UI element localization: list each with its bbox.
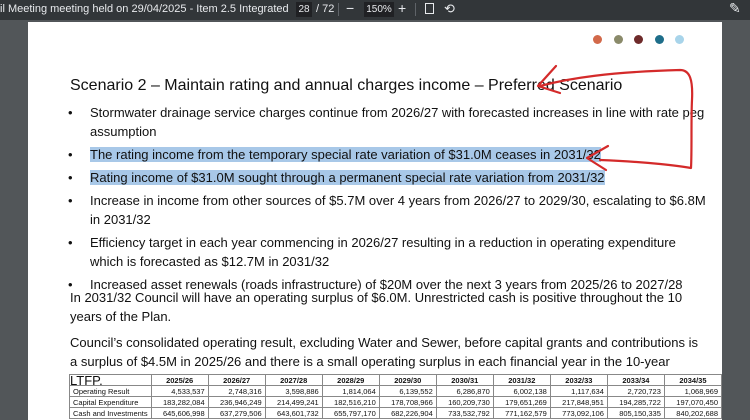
page-total: / 72	[316, 3, 335, 15]
table-header-row: 2025/26 2026/27 2027/28 2028/29 2029/30 …	[69, 374, 723, 386]
zoom-in-icon[interactable]: +	[398, 0, 406, 16]
table-cell: 805,150,335	[606, 407, 665, 419]
page-number-input[interactable]: 28	[296, 2, 312, 17]
highlighted-text: The rating income from the temporary spe…	[90, 147, 601, 162]
table-cell: 3,598,886	[264, 385, 323, 397]
table-cell: 214,499,241	[264, 396, 323, 408]
table-cell: 182,516,210	[321, 396, 380, 408]
row-label: Cash and Investments	[69, 407, 152, 419]
table-row: Capital Expenditure 183,282,084 236,946,…	[69, 396, 723, 408]
fit-to-page-icon[interactable]	[425, 3, 434, 14]
scenario-heading: Scenario 2 – Maintain rating and annual …	[70, 77, 623, 94]
table-cell: 6,139,552	[378, 385, 437, 397]
bullet-list: Stormwater drainage service charges cont…	[66, 103, 706, 298]
table-cell: 655,797,170	[321, 407, 380, 419]
header-cell: 2032/33	[549, 374, 608, 386]
row-label: Capital Expenditure	[69, 396, 152, 408]
toolbar-divider	[415, 3, 416, 16]
table-cell: 178,708,966	[378, 396, 437, 408]
table-cell: 4,533,537	[150, 385, 209, 397]
pdf-page: Scenario 2 – Maintain rating and annual …	[28, 22, 723, 420]
toolbar-divider	[338, 3, 339, 16]
table-cell: 1,814,064	[321, 385, 380, 397]
color-dot	[613, 35, 623, 44]
table-cell: 197,070,450	[663, 396, 723, 408]
table-cell: 643,601,732	[264, 407, 323, 419]
table-cell: 6,286,870	[435, 385, 494, 397]
table-cell: 2,748,316	[207, 385, 266, 397]
color-dot	[675, 35, 684, 44]
list-item: Efficiency target in each year commencin…	[66, 233, 706, 271]
table-cell: 1,117,634	[549, 385, 608, 397]
annotate-pen-icon[interactable]: ✎	[729, 0, 741, 17]
rotate-icon[interactable]: ⟲	[444, 1, 455, 17]
header-cell: 2030/31	[435, 374, 494, 386]
header-cell: 2027/28	[264, 374, 323, 386]
zoom-level-input[interactable]: 150%	[364, 2, 394, 17]
table-cell: 160,209,730	[435, 396, 494, 408]
ltfp-summary-table: 2025/26 2026/27 2027/28 2028/29 2029/30 …	[69, 374, 723, 419]
table-cell: 682,226,904	[378, 407, 437, 419]
row-label: Operating Result	[69, 385, 152, 397]
table-cell: 773,092,106	[549, 407, 608, 419]
list-item: Stormwater drainage service charges cont…	[66, 103, 706, 141]
header-cell: 2025/26	[150, 374, 209, 386]
color-dots	[593, 31, 696, 49]
list-item: The rating income from the temporary spe…	[66, 145, 706, 164]
table-cell: 733,532,792	[435, 407, 494, 419]
header-cell: 2033/34	[606, 374, 665, 386]
table-cell: 236,946,249	[207, 396, 266, 408]
table-cell: 6,002,138	[492, 385, 551, 397]
table-cell: 2,720,723	[606, 385, 665, 397]
table-cell: 645,606,998	[150, 407, 209, 419]
pdf-toolbar: il Meeting meeting held on 29/04/2025 - …	[0, 0, 750, 20]
table-cell: 1,068,969	[663, 385, 723, 397]
table-cell: 194,285,722	[606, 396, 665, 408]
table-cell: 183,282,084	[150, 396, 209, 408]
table-cell: 840,202,688	[663, 407, 723, 419]
table-row: Operating Result 4,533,537 2,748,316 3,5…	[69, 385, 723, 397]
table-row: Cash and Investments 645,606,998 637,279…	[69, 407, 723, 419]
table-cell: 179,651,269	[492, 396, 551, 408]
operating-surplus-paragraph: In 2031/32 Council will have an operatin…	[70, 290, 683, 324]
header-cell: 2028/29	[321, 374, 380, 386]
highlighted-text: Rating income of $31.0M sought through a…	[90, 170, 605, 185]
table-cell: 217,848,951	[549, 396, 608, 408]
color-dot	[654, 35, 664, 44]
header-cell: 2029/30	[378, 374, 437, 386]
table-cell: 771,162,579	[492, 407, 551, 419]
color-dot	[634, 35, 643, 44]
header-cell: 2031/32	[492, 374, 551, 386]
list-item: Rating income of $31.0M sought through a…	[66, 168, 706, 187]
header-cell: 2034/35	[663, 374, 723, 386]
zoom-out-icon[interactable]: −	[346, 0, 354, 16]
document-title: il Meeting meeting held on 29/04/2025 - …	[0, 3, 292, 15]
header-cell	[69, 374, 152, 386]
list-item: Increase in income from other sources of…	[66, 191, 706, 229]
color-dot	[593, 35, 602, 44]
table-cell: 637,279,506	[207, 407, 266, 419]
header-cell: 2026/27	[207, 374, 266, 386]
